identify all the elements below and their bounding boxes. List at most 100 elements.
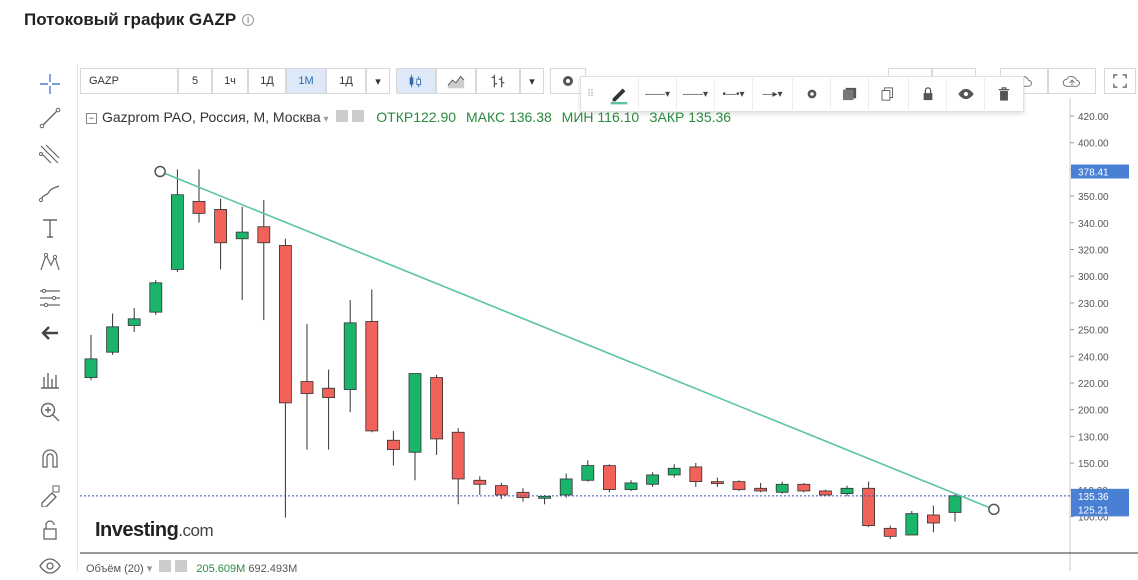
y-tick-label: 130.00 <box>1078 432 1109 443</box>
close-icon[interactable] <box>175 560 188 572</box>
trend-line-icon[interactable] <box>36 104 64 132</box>
candle-down <box>257 226 271 244</box>
candles-icon <box>409 74 421 88</box>
candle-down <box>386 439 400 450</box>
fullscreen-button[interactable] <box>1104 68 1136 94</box>
cloud-upload-button[interactable] <box>1048 68 1096 94</box>
candle-down <box>214 209 228 244</box>
candle-up <box>559 478 573 496</box>
cloud-upload-icon <box>1062 76 1080 87</box>
volume-value-1: 205.609M <box>196 563 246 575</box>
interval-dropdown[interactable]: ▾ <box>366 68 390 94</box>
candle-down <box>927 514 940 524</box>
candle-down <box>819 490 832 496</box>
candle-down <box>365 321 379 432</box>
candle-up <box>624 482 638 491</box>
interval-1h[interactable]: 1ч <box>212 68 248 94</box>
area-type-button[interactable] <box>436 68 476 94</box>
chevron-down-icon[interactable]: ▾ <box>147 563 153 575</box>
magnet-icon[interactable] <box>36 445 64 473</box>
y-tick-label: 230.00 <box>1078 299 1109 310</box>
candles-type-button[interactable] <box>396 68 436 94</box>
y-tick-label: 340.00 <box>1078 219 1109 230</box>
price-label: 125.21 <box>1078 505 1109 516</box>
y-tick-label: 220.00 <box>1078 379 1109 390</box>
text-icon[interactable] <box>36 214 64 242</box>
candle-down <box>516 491 530 499</box>
zoom-in-icon[interactable] <box>36 398 64 426</box>
interval-1d-2[interactable]: 1Д <box>326 68 366 94</box>
chart-type-dropdown[interactable]: ▾ <box>520 68 544 94</box>
candle-down <box>300 381 314 394</box>
interval-5[interactable]: 5 <box>178 68 212 94</box>
candle-down <box>430 377 444 440</box>
candle-down <box>192 201 206 214</box>
left-drawing-toolbar <box>22 64 78 574</box>
volume-value-2: 692.493M <box>248 563 298 575</box>
lock-draw-icon[interactable] <box>36 481 64 509</box>
area-chart-icon <box>447 75 465 89</box>
symbol-input[interactable] <box>80 68 178 94</box>
chevron-down-icon: ▾ <box>529 75 535 88</box>
candle-down <box>732 481 746 491</box>
candle-up <box>149 282 163 313</box>
investing-logo: Investing.com <box>95 519 214 541</box>
pattern-icon[interactable] <box>36 248 64 276</box>
measure-icon[interactable] <box>36 365 64 393</box>
candle-up <box>840 487 854 495</box>
candle-down <box>322 387 336 398</box>
pitchfork-icon[interactable] <box>36 140 64 168</box>
y-tick-label: 240.00 <box>1078 352 1109 363</box>
candle-down <box>603 465 616 491</box>
interval-1m[interactable]: 1М <box>286 68 326 94</box>
candle-down <box>278 245 292 404</box>
y-tick-label: 420.00 <box>1078 112 1109 123</box>
candle-down <box>451 431 465 480</box>
candle-down <box>797 483 811 492</box>
page-title: Потоковый график GAZP i <box>24 10 255 30</box>
candle-down <box>473 479 487 485</box>
interval-1d[interactable]: 1Д <box>248 68 286 94</box>
arrow-left-icon[interactable] <box>36 319 64 347</box>
bars-icon <box>491 74 505 88</box>
bars-type-button[interactable] <box>476 68 520 94</box>
volume-legend: Объём (20) ▾ 205.609M 692.493M <box>86 560 297 575</box>
candle-up <box>581 465 595 481</box>
volume-label: Объём (20) <box>86 563 144 575</box>
candle-down <box>689 466 703 483</box>
y-tick-label: 400.00 <box>1078 139 1109 150</box>
candle-up <box>646 474 659 485</box>
crosshair-icon[interactable] <box>36 70 64 98</box>
chevron-down-icon: ▾ <box>375 75 381 88</box>
trendline-handle-start <box>154 165 166 178</box>
y-tick-label: 150.00 <box>1078 459 1109 470</box>
unlock-icon[interactable] <box>36 516 64 544</box>
candle-up <box>343 322 357 390</box>
candle-up <box>948 495 962 513</box>
settings-icon[interactable] <box>159 560 172 572</box>
candle-up <box>538 495 552 499</box>
candle-up <box>667 467 681 476</box>
candle-down <box>711 481 724 485</box>
candle-down <box>862 487 875 527</box>
candle-down <box>754 487 767 492</box>
y-tick-label: 320.00 <box>1078 246 1109 257</box>
price-label: 135.36 <box>1078 492 1109 503</box>
candle-up <box>235 231 249 240</box>
candle-up <box>905 513 919 536</box>
fib-icon[interactable] <box>36 284 64 312</box>
price-label: 378.41 <box>1078 167 1109 178</box>
trendline-handle-end <box>988 503 1000 516</box>
y-tick-label: 300.00 <box>1078 272 1109 283</box>
y-tick-label: 250.00 <box>1078 326 1109 337</box>
candle-up <box>408 373 422 453</box>
fullscreen-icon <box>1113 74 1127 88</box>
candle-down <box>494 485 508 496</box>
brush-icon[interactable] <box>36 178 64 206</box>
info-circle-icon[interactable]: i <box>242 14 255 26</box>
candle-up <box>127 318 141 326</box>
y-tick-label: 350.00 <box>1078 192 1109 203</box>
candle-up <box>171 194 184 270</box>
price-chart[interactable]: 420.00400.00360.00350.00340.00320.00300.… <box>80 98 1138 571</box>
eye-icon[interactable] <box>36 552 64 580</box>
